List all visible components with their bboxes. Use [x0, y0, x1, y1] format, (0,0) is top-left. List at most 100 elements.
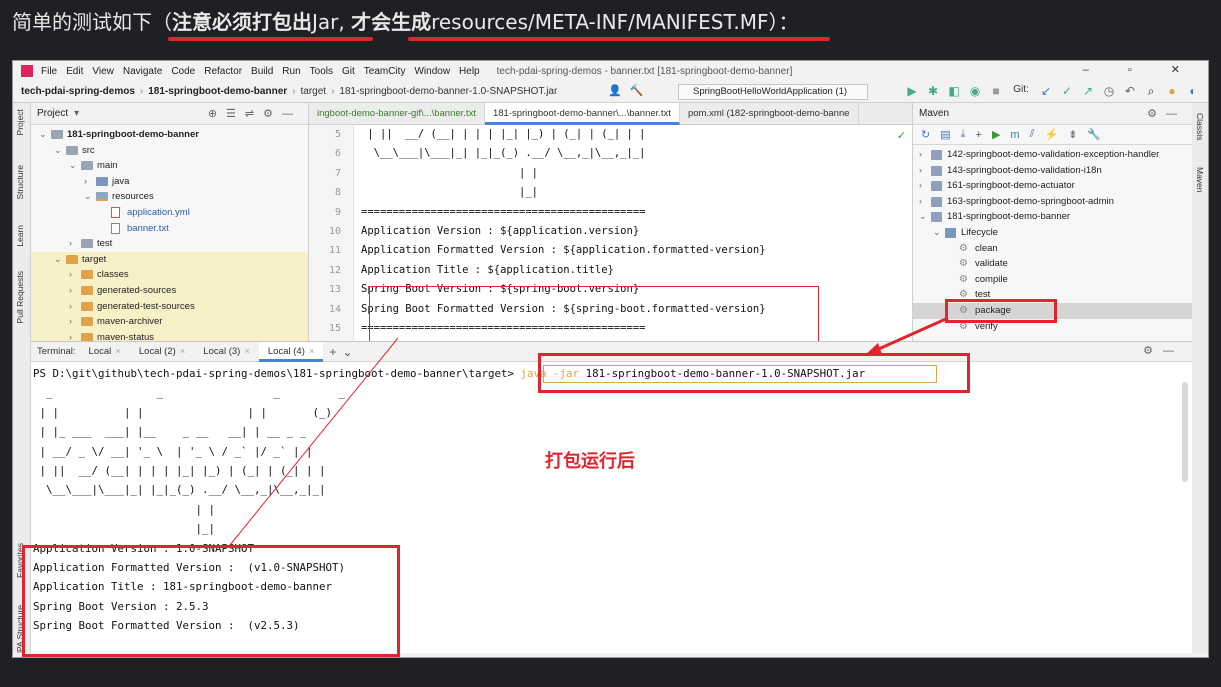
window-controls[interactable]: – ▫ ✕ — [1083, 63, 1198, 76]
hammer-icon[interactable]: 🔨 — [630, 84, 644, 97]
tool-tab-structure[interactable]: Structure — [15, 165, 25, 200]
maven-item-lifecycle[interactable]: ⌄ Lifecycle — [913, 225, 1192, 241]
inspection-ok-icon[interactable]: ✓ — [897, 129, 906, 142]
breadcrumb-project[interactable]: tech-pdai-spring-demos — [21, 86, 135, 97]
execute-goal-icon[interactable]: m — [1010, 129, 1019, 141]
project-panel-actions[interactable]: ⊕☰⇌⚙— — [208, 107, 302, 120]
maven-item-161-springboot-demo-actuator[interactable]: › 161-springboot-demo-actuator — [913, 178, 1192, 194]
menu-tools[interactable]: Tools — [310, 66, 333, 77]
run-configuration-select[interactable]: SpringBootHelloWorldApplication (1) — [678, 84, 868, 100]
terminal-tab[interactable]: Local × — [80, 342, 130, 362]
menu-teamcity[interactable]: TeamCity — [364, 66, 406, 77]
chevron-down-icon[interactable]: ⌄ — [69, 158, 79, 174]
tree-item-target[interactable]: ⌄ target — [31, 251, 308, 268]
terminal-actions[interactable]: ⚙— — [1143, 344, 1184, 357]
editor-tab-banner-gif[interactable]: ingboot-demo-banner-gif\...\banner.txt — [309, 103, 485, 125]
chevron-right-icon[interactable]: › — [69, 267, 79, 283]
tree-item-generated-test-sources[interactable]: › generated-test-sources — [31, 298, 308, 315]
chevron-right-icon[interactable]: › — [69, 236, 79, 252]
run-icon[interactable]: ▶ — [905, 84, 919, 99]
breadcrumb-folder[interactable]: target — [301, 86, 327, 97]
coverage-icon[interactable]: ◧ — [947, 84, 961, 99]
tree-item-classes[interactable]: › classes — [31, 267, 308, 283]
history-icon[interactable]: ◷ — [1102, 84, 1116, 99]
chevron-right-icon[interactable]: › — [69, 299, 79, 315]
chevron-down-icon[interactable]: ⌄ — [933, 225, 941, 241]
chevron-right-icon[interactable]: › — [69, 283, 79, 299]
maven-panel-actions[interactable]: ⚙— — [1147, 107, 1186, 120]
tool-tab-project[interactable]: Project — [15, 109, 25, 135]
maven-item-163-springboot-demo-springboot-admin[interactable]: › 163-springboot-demo-springboot-admin — [913, 194, 1192, 210]
breadcrumb-file[interactable]: 181-springboot-demo-banner-1.0-SNAPSHOT.… — [339, 86, 557, 97]
chevron-right-icon[interactable]: › — [919, 194, 922, 210]
menu-help[interactable]: Help — [459, 66, 480, 77]
chevron-right-icon[interactable]: › — [69, 330, 79, 341]
maven-item-181-springboot-demo-banner[interactable]: ⌄ 181-springboot-demo-banner — [913, 209, 1192, 225]
plugin-icon[interactable]: ◐ — [1186, 84, 1200, 99]
collapse-icon[interactable]: ⇟ — [1068, 128, 1077, 141]
chevron-down-icon[interactable]: ▾ — [74, 108, 79, 119]
tool-tab-learn[interactable]: Learn — [15, 225, 25, 247]
tree-item-main[interactable]: ⌄ main — [31, 158, 308, 174]
menu-refactor[interactable]: Refactor — [204, 66, 242, 77]
maven-item-clean[interactable]: ⚙ clean — [913, 241, 1192, 257]
terminal-scrollbar[interactable] — [1182, 382, 1188, 482]
menu-code[interactable]: Code — [171, 66, 195, 77]
chevron-down-icon[interactable]: ⌄ — [342, 345, 352, 359]
chevron-down-icon[interactable]: ⌄ — [54, 143, 64, 159]
user-icon[interactable]: 👤 — [608, 84, 622, 97]
chevron-right-icon[interactable]: › — [84, 174, 94, 190]
search-icon[interactable]: ⌕ — [1144, 84, 1158, 99]
close-icon[interactable]: × — [244, 346, 250, 357]
menu-git[interactable]: Git — [342, 66, 355, 77]
git-push-icon[interactable]: ↗ — [1081, 84, 1095, 99]
maven-item-compile[interactable]: ⚙ compile — [913, 272, 1192, 288]
project-panel-title[interactable]: Project — [37, 108, 68, 119]
close-icon[interactable]: × — [309, 346, 315, 357]
menu-edit[interactable]: Edit — [66, 66, 83, 77]
generate-sources-icon[interactable]: ▤ — [940, 128, 950, 141]
editor-tab-pom[interactable]: pom.xml (182-springboot-demo-banne — [680, 103, 859, 125]
reload-icon[interactable]: ↻ — [921, 128, 930, 141]
tree-item-maven-archiver[interactable]: › maven-archiver — [31, 314, 308, 330]
tree-item-test[interactable]: › test — [31, 236, 308, 252]
menu-build[interactable]: Build — [251, 66, 273, 77]
terminal-tab[interactable]: Local (3) × — [194, 342, 259, 362]
menu-run[interactable]: Run — [282, 66, 300, 77]
add-icon[interactable]: + — [976, 129, 982, 141]
terminal-tab[interactable]: Local (4) × — [258, 342, 324, 362]
download-icon[interactable]: ⤓ — [961, 128, 966, 141]
chevron-down-icon[interactable]: ⌄ — [39, 127, 49, 143]
tree-item-src[interactable]: ⌄ src — [31, 143, 308, 159]
update-icon[interactable]: ● — [1165, 84, 1179, 99]
menu-file[interactable]: File — [41, 66, 57, 77]
chevron-right-icon[interactable]: › — [919, 178, 922, 194]
tree-item-java[interactable]: › java — [31, 174, 308, 190]
tool-tab-classis[interactable]: Classis — [1195, 113, 1205, 140]
chevron-down-icon[interactable]: ⌄ — [919, 209, 927, 225]
tool-tab-maven[interactable]: Maven — [1195, 167, 1205, 193]
tree-item-maven-status[interactable]: › maven-status — [31, 329, 308, 341]
chevron-down-icon[interactable]: ⌄ — [84, 189, 94, 205]
editor-tab-banner[interactable]: 181-springboot-demo-banner\...\banner.tx… — [484, 103, 680, 125]
close-icon[interactable]: × — [180, 346, 186, 357]
chevron-right-icon[interactable]: › — [919, 147, 922, 163]
terminal-tab[interactable]: Local (2) × — [130, 342, 195, 362]
debug-icon[interactable]: ✱ — [926, 84, 940, 99]
maven-item-validate[interactable]: ⚙ validate — [913, 256, 1192, 272]
menu-window[interactable]: Window — [414, 66, 450, 77]
rollback-icon[interactable]: ↶ — [1123, 84, 1137, 99]
chevron-down-icon[interactable]: ⌄ — [54, 252, 64, 268]
new-terminal-icon[interactable]: + — [329, 345, 336, 359]
wrench-icon[interactable]: 🔧 — [1087, 128, 1101, 141]
git-update-icon[interactable]: ↙ — [1039, 84, 1053, 99]
git-commit-icon[interactable]: ✓ — [1060, 84, 1074, 99]
stop-icon[interactable]: ■ — [989, 84, 1003, 99]
menu-navigate[interactable]: Navigate — [123, 66, 162, 77]
chevron-right-icon[interactable]: › — [69, 314, 79, 330]
run-maven-icon[interactable]: ▶ — [992, 128, 1000, 141]
tree-item-application-yml[interactable]: application.yml — [31, 205, 308, 221]
maven-item-143-springboot-demo-validation-i18n[interactable]: › 143-springboot-demo-validation-i18n — [913, 163, 1192, 179]
toggle-offline-icon[interactable]: ⫽ — [1030, 128, 1035, 141]
chevron-right-icon[interactable]: › — [919, 163, 922, 179]
